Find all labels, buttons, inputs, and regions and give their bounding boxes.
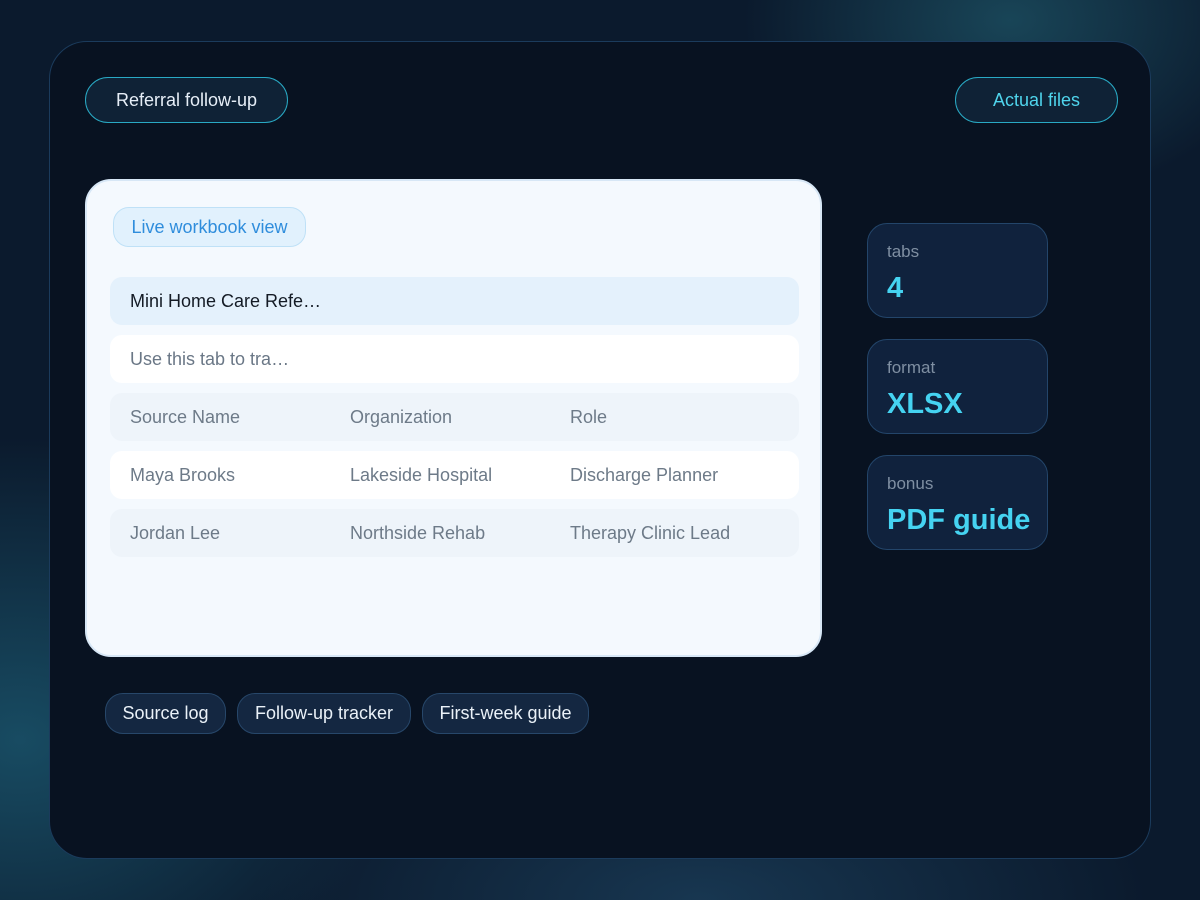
table-row: Maya Brooks Lakeside Hospital Discharge … (110, 451, 799, 499)
table-cell-organization: Northside Rehab (350, 522, 486, 543)
tab-label: Follow-up tracker (254, 703, 394, 723)
table-cell-organization: Lakeside Hospital (350, 464, 493, 485)
tab-follow-up-tracker[interactable]: Follow-up tracker (237, 693, 411, 734)
stat-value: 4 (887, 272, 904, 304)
actual-files-button[interactable]: Actual files (955, 77, 1118, 123)
workbook-description-row: Use this tab to tra… (110, 335, 799, 383)
workbook-preview-card: Live workbook view Mini Home Care Refe… … (85, 179, 822, 657)
stat-label: tabs (887, 242, 920, 261)
referral-follow-up-label: Referral follow-up (115, 89, 258, 110)
stat-value: PDF guide (887, 504, 1031, 536)
actual-files-label: Actual files (992, 89, 1081, 110)
column-header-role: Role (570, 406, 608, 427)
table-cell-source-name: Maya Brooks (130, 464, 236, 485)
table-header-row: Source Name Organization Role (110, 393, 799, 441)
stat-label: bonus (887, 474, 934, 493)
tab-source-log[interactable]: Source log (105, 693, 226, 734)
stat-card-bonus: bonus PDF guide (867, 455, 1048, 550)
live-workbook-badge: Live workbook view (113, 207, 306, 247)
referral-follow-up-pill[interactable]: Referral follow-up (85, 77, 288, 123)
live-workbook-badge-label: Live workbook view (131, 216, 288, 237)
column-header-organization: Organization (350, 406, 453, 427)
workbook-description: Use this tab to tra… (130, 348, 290, 369)
tab-label: First-week guide (439, 703, 572, 723)
main-panel: Referral follow-up Actual files Live wor… (49, 41, 1151, 859)
tab-first-week-guide[interactable]: First-week guide (422, 693, 589, 734)
table-cell-role: Discharge Planner (570, 464, 719, 485)
stat-label: format (887, 358, 936, 377)
tab-label: Source log (122, 703, 209, 723)
workbook-title-row: Mini Home Care Refe… (110, 277, 799, 325)
workbook-title: Mini Home Care Refe… (130, 290, 322, 311)
table-cell-role: Therapy Clinic Lead (570, 522, 731, 543)
table-row: Jordan Lee Northside Rehab Therapy Clini… (110, 509, 799, 557)
table-cell-source-name: Jordan Lee (130, 522, 221, 543)
stat-card-format: format XLSX (867, 339, 1048, 434)
column-header-source-name: Source Name (130, 406, 241, 427)
stat-value: XLSX (887, 388, 963, 420)
stat-card-tabs: tabs 4 (867, 223, 1048, 318)
